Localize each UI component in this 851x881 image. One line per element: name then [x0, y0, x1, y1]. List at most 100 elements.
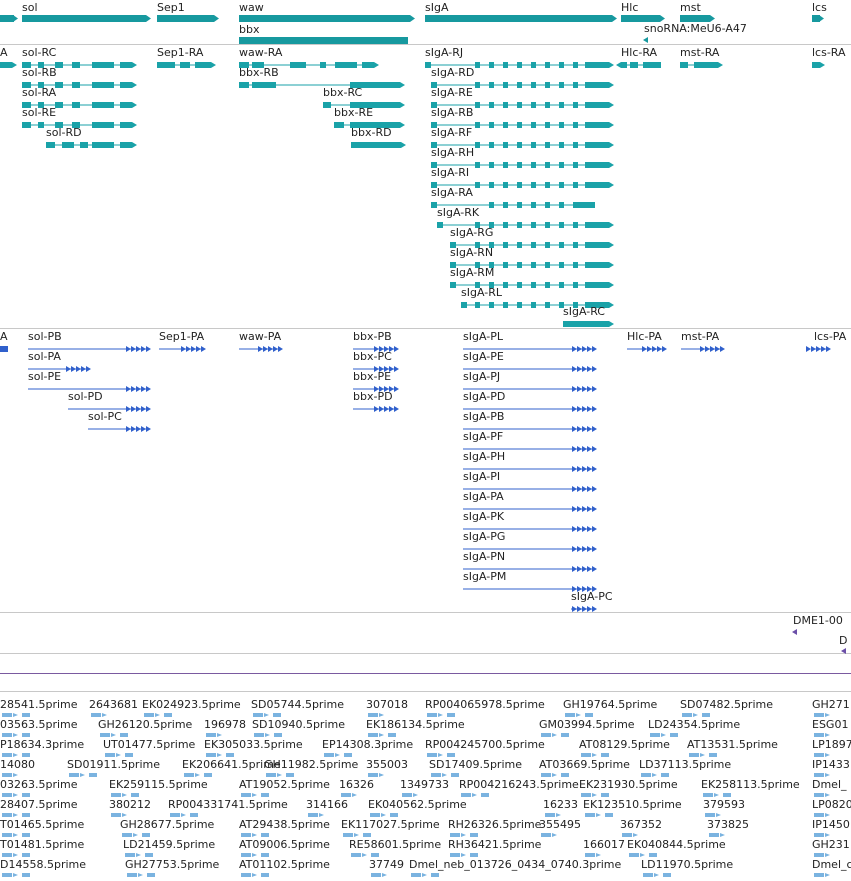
est-label[interactable]: EK231930.5prime	[579, 779, 678, 791]
transcript-label-sIgA-RE[interactable]: sIgA-RE	[431, 87, 473, 99]
est-glyph[interactable]	[703, 793, 713, 797]
est-glyph[interactable]	[622, 833, 632, 837]
est-glyph[interactable]	[427, 713, 437, 717]
est-glyph[interactable]	[22, 713, 30, 717]
est-glyph[interactable]	[273, 713, 281, 717]
transcript-sIgA-RI-exon[interactable]	[585, 182, 609, 188]
transcript-sIgA-RI-exon[interactable]	[559, 182, 564, 188]
transcript-sol-RD-exon[interactable]	[46, 142, 55, 148]
est-glyph[interactable]	[120, 733, 128, 737]
est-glyph[interactable]	[241, 833, 251, 837]
est-glyph[interactable]	[390, 813, 398, 817]
transcript-Sep1-RA-exon[interactable]	[157, 62, 175, 68]
transcript-sIgA-RF-exon[interactable]	[545, 142, 550, 148]
est-label[interactable]: RH36421.5prime	[448, 839, 541, 851]
polypeptide-label-bbx-PB[interactable]: bbx-PB	[353, 331, 392, 343]
transcript-sol-RE-exon[interactable]	[38, 122, 44, 128]
est-glyph[interactable]	[585, 853, 595, 857]
transcript-sIgA-RJ-exon[interactable]	[545, 62, 550, 68]
transcript-label-sIgA-RC[interactable]: sIgA-RC	[563, 306, 605, 318]
transcript-label-sIgA-RH[interactable]: sIgA-RH	[431, 147, 474, 159]
transcript-Hlc-RA-exon[interactable]	[643, 62, 661, 68]
transcript-sIgA-RK-exon[interactable]	[585, 222, 609, 228]
transcript-sIgA-RB-exon[interactable]	[517, 122, 522, 128]
est-label[interactable]: 307018	[366, 699, 408, 711]
est-label[interactable]: 2643681	[89, 699, 138, 711]
transcript-sIgA-RB-exon[interactable]	[585, 122, 609, 128]
polypeptide-label-sIgA-PK[interactable]: sIgA-PK	[463, 511, 504, 523]
est-glyph[interactable]	[641, 773, 651, 777]
est-glyph[interactable]	[324, 753, 334, 757]
transcript-waw-RA-exon[interactable]	[362, 62, 374, 68]
est-label[interactable]: UT01477.5prime	[103, 739, 195, 751]
transcript-label-sIgA-RN[interactable]: sIgA-RN	[450, 247, 493, 259]
est-label[interactable]: EK123510.5prime	[583, 799, 682, 811]
transcript-sIgA-RM-exon[interactable]	[531, 282, 536, 288]
transcript-sIgA-RL-exon[interactable]	[517, 302, 522, 308]
transcript-sIgA-RE-exon[interactable]	[573, 102, 578, 108]
est-label[interactable]: EP14308.3prime	[322, 739, 413, 751]
transcript-sIgA-RN-exon[interactable]	[517, 262, 522, 268]
est-glyph[interactable]	[461, 793, 471, 797]
transcript-sIgA-RK-exon[interactable]	[545, 222, 550, 228]
transcript-sIgA-RD-exon[interactable]	[531, 82, 536, 88]
est-label[interactable]: GH26120.5prime	[98, 719, 192, 731]
est-glyph[interactable]	[670, 733, 678, 737]
transcript-sIgA-RJ-exon[interactable]	[531, 62, 536, 68]
transcript-sIgA-RF-exon[interactable]	[585, 142, 609, 148]
est-label[interactable]: EK117027.5prime	[341, 819, 440, 831]
transcript-sIgA-RH-exon[interactable]	[475, 162, 480, 168]
est-glyph[interactable]	[814, 793, 824, 797]
est-label[interactable]: ESG01	[812, 719, 848, 731]
transcript-sIgA-RF-exon[interactable]	[573, 142, 578, 148]
transcript-sIgA-RI-exon[interactable]	[475, 182, 480, 188]
transcript-sIgA-RH-exon[interactable]	[573, 162, 578, 168]
est-glyph[interactable]	[2, 713, 12, 717]
transcript-label-sIgA-RM[interactable]: sIgA-RM	[450, 267, 494, 279]
est-label[interactable]: 196978	[204, 719, 246, 731]
gene-label-mst[interactable]: mst	[680, 2, 701, 14]
gene-mst-glyph[interactable]	[680, 15, 710, 22]
est-glyph[interactable]	[343, 833, 353, 837]
est-glyph[interactable]	[206, 733, 216, 737]
transcript-sIgA-RD-exon[interactable]	[503, 82, 508, 88]
est-glyph[interactable]	[705, 813, 715, 817]
transcript-sIgA-RE-exon[interactable]	[517, 102, 522, 108]
est-label[interactable]: IP1433	[812, 759, 850, 771]
transcript-sol-RD-exon[interactable]	[120, 142, 132, 148]
est-label[interactable]: GH27753.5prime	[125, 859, 219, 871]
est-glyph[interactable]	[601, 753, 609, 757]
est-label[interactable]: GH19764.5prime	[563, 699, 657, 711]
transcript-sIgA-RF-exon[interactable]	[475, 142, 480, 148]
transcript-label-bbx-RD[interactable]: bbx-RD	[351, 127, 392, 139]
transcript-sIgA-RN-exon[interactable]	[503, 262, 508, 268]
est-label[interactable]: AT08129.5prime	[579, 739, 670, 751]
est-glyph[interactable]	[450, 853, 460, 857]
transcript-bbx-RC-exon[interactable]	[323, 102, 331, 108]
est-glyph[interactable]	[261, 793, 269, 797]
transcript-sol-RD-exon[interactable]	[80, 142, 88, 148]
est-glyph[interactable]	[261, 873, 269, 877]
polypeptide-label-sIgA-PM[interactable]: sIgA-PM	[463, 571, 506, 583]
est-glyph[interactable]	[22, 873, 30, 877]
est-glyph[interactable]	[649, 853, 657, 857]
polypeptide-label-sol-PC[interactable]: sol-PC	[88, 411, 122, 423]
est-glyph[interactable]	[131, 793, 139, 797]
transcript-sIgA-RH-exon[interactable]	[559, 162, 564, 168]
est-label[interactable]: EK186134.5prime	[366, 719, 465, 731]
polypeptide-label-sIgA-PE[interactable]: sIgA-PE	[463, 351, 504, 363]
transcript-sIgA-RG-exon[interactable]	[517, 242, 522, 248]
transcript-sIgA-RL-exon[interactable]	[461, 302, 467, 308]
est-glyph[interactable]	[601, 793, 609, 797]
est-glyph[interactable]	[2, 793, 12, 797]
transcript-label-sIgA-RG[interactable]: sIgA-RG	[450, 227, 493, 239]
est-glyph[interactable]	[481, 793, 489, 797]
transcript-sIgA-RF-exon[interactable]	[559, 142, 564, 148]
est-glyph[interactable]	[709, 753, 717, 757]
gene-label-snoRNA[interactable]: snoRNA:MeU6-A47	[644, 23, 747, 35]
transcript-sIgA-RB-exon[interactable]	[489, 122, 494, 128]
polypeptide-label-sol-PA[interactable]: sol-PA	[28, 351, 61, 363]
est-glyph[interactable]	[561, 773, 569, 777]
gene-label-sIgA[interactable]: sIgA	[425, 2, 448, 14]
transcript-sol-RB-exon[interactable]	[92, 82, 114, 88]
